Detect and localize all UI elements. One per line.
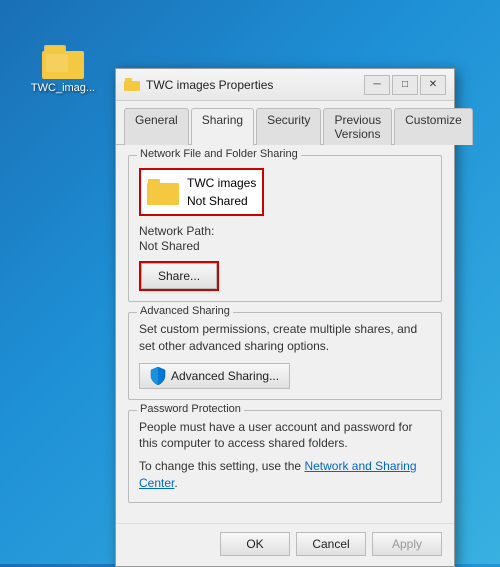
- dialog-content: Network File and Folder Sharing TWC imag…: [116, 145, 454, 523]
- minimize-button[interactable]: ─: [364, 75, 390, 95]
- network-path-value: Not Shared: [139, 239, 431, 253]
- cancel-button[interactable]: Cancel: [296, 532, 366, 556]
- network-path-label: Network Path:: [139, 224, 431, 238]
- advanced-sharing-label: Advanced Sharing: [137, 305, 233, 317]
- password-section-label: Password Protection: [137, 403, 244, 415]
- tab-previous-versions[interactable]: Previous Versions: [323, 108, 392, 145]
- pw-text2-before: To change this setting, use the: [139, 459, 304, 473]
- folder-share-status: Not Shared: [187, 192, 256, 210]
- folder-icon: [42, 45, 84, 79]
- advanced-sharing-description: Set custom permissions, create multiple …: [139, 321, 431, 355]
- properties-dialog: TWC images Properties ─ □ ✕ General Shar…: [115, 68, 455, 567]
- tab-bar: General Sharing Security Previous Versio…: [116, 101, 454, 145]
- tab-customize[interactable]: Customize: [394, 108, 473, 145]
- advanced-sharing-button[interactable]: Advanced Sharing...: [139, 363, 290, 389]
- tab-security[interactable]: Security: [256, 108, 321, 145]
- folder-sharing-status: TWC images Not Shared: [139, 168, 264, 216]
- apply-button[interactable]: Apply: [372, 532, 442, 556]
- pw-text2-after: .: [174, 476, 177, 490]
- sharing-item-text: TWC images Not Shared: [187, 174, 256, 210]
- desktop-icon-twc[interactable]: TWC_imag...: [28, 45, 98, 94]
- desktop-icon-label: TWC_imag...: [28, 82, 98, 94]
- share-folder-icon: [147, 179, 179, 205]
- sharing-section: Network File and Folder Sharing TWC imag…: [128, 155, 442, 302]
- advanced-sharing-section: Advanced Sharing Set custom permissions,…: [128, 312, 442, 400]
- advanced-sharing-button-label: Advanced Sharing...: [171, 369, 279, 383]
- maximize-button[interactable]: □: [392, 75, 418, 95]
- sharing-section-label: Network File and Folder Sharing: [137, 148, 301, 160]
- password-protection-section: Password Protection People must have a u…: [128, 410, 442, 503]
- share-button[interactable]: Share...: [141, 263, 217, 289]
- close-button[interactable]: ✕: [420, 75, 446, 95]
- share-button-wrapper: Share...: [139, 261, 219, 291]
- dialog-footer: OK Cancel Apply: [116, 523, 454, 566]
- title-bar-folder-icon: [124, 78, 140, 91]
- tab-general[interactable]: General: [124, 108, 189, 145]
- title-bar-controls: ─ □ ✕: [364, 75, 446, 95]
- network-sharing-center-text: To change this setting, use the Network …: [139, 458, 431, 492]
- dialog-title: TWC images Properties: [146, 78, 364, 92]
- ok-button[interactable]: OK: [220, 532, 290, 556]
- password-protection-text: People must have a user account and pass…: [139, 419, 431, 453]
- tab-sharing[interactable]: Sharing: [191, 108, 254, 145]
- folder-name: TWC images: [187, 174, 256, 192]
- shield-icon: [150, 367, 166, 385]
- title-bar: TWC images Properties ─ □ ✕: [116, 69, 454, 101]
